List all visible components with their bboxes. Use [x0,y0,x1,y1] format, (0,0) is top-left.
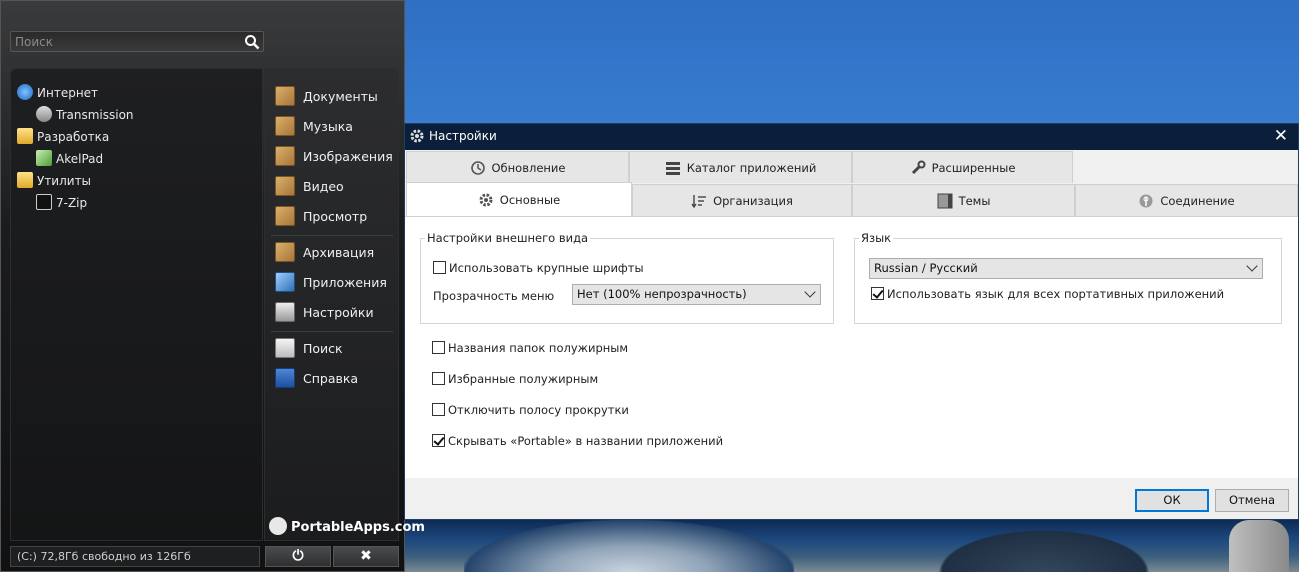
general-settings-panel: Настройки внешнего вида Использовать кру… [405,216,1298,478]
appearance-group-title: Настройки внешнего вида [425,231,591,245]
search-icon [275,338,295,358]
checkbox-box [432,341,445,354]
gear-icon [410,129,424,143]
hide-portable-checkbox[interactable]: Скрывать «Portable» в названии приложени… [432,434,723,450]
dialog-footer: ОК Отмена [405,478,1298,519]
themes-icon [937,193,953,208]
tree-category-internet[interactable]: Интернет [17,84,98,102]
checkbox-box [432,434,445,447]
portableapps-menu: Поиск Интернет Transmission Разработка A… [0,0,425,572]
cancel-button[interactable]: Отмена [1215,489,1289,512]
video-icon [275,176,295,196]
tree-category-development[interactable]: Разработка [17,128,109,146]
appearance-group: Настройки внешнего вида Использовать кру… [420,231,834,324]
transmission-icon [36,106,52,122]
globe-icon [17,84,33,100]
tree-app-akelpad[interactable]: AkelPad [36,150,103,168]
opacity-select[interactable]: Нет (100% непрозрачность) [572,284,821,305]
checkbox-box [433,261,446,274]
close-menu-button[interactable]: ✖ [333,546,399,567]
checkbox-box [432,372,445,385]
catalog-icon [665,161,680,175]
akelpad-icon [36,150,52,166]
tree-app-transmission[interactable]: Transmission [36,106,134,124]
nav-settings[interactable]: Настройки [275,300,374,326]
language-select[interactable]: Russian / Русский [869,258,1263,279]
desktop-wallpaper [404,520,1299,572]
apps-icon [275,272,295,292]
nav-search[interactable]: Поиск [275,336,343,362]
tree-app-7zip[interactable]: 7-Zip [36,194,87,212]
gear-icon [479,193,493,206]
nav-pictures[interactable]: Изображения [275,144,393,170]
tab-bar: Обновление Каталог приложений Расширенны… [405,150,1298,216]
nav-help[interactable]: Справка [275,366,358,392]
opacity-label: Прозрачность меню [433,289,555,303]
nav-divider [271,235,393,236]
music-icon [275,116,295,136]
checkbox-box [432,403,445,416]
bold-favorites-checkbox[interactable]: Избранные полужирным [432,372,598,388]
tab-organization[interactable]: Организация [632,184,852,216]
language-group: Язык Russian / Русский Использовать язык… [854,231,1282,324]
portableapps-logo-icon [269,517,287,535]
bold-folders-checkbox[interactable]: Названия папок полужирным [432,341,628,357]
nav-backup[interactable]: Архивация [275,240,374,266]
search-icon[interactable] [244,34,260,50]
tab-update[interactable]: Обновление [406,151,629,183]
nav-music[interactable]: Музыка [275,114,353,140]
language-group-title: Язык [859,231,894,245]
search-placeholder: Поиск [15,35,54,49]
quick-nav: Документы Музыка Изображения Видео Просм… [264,68,399,541]
nav-documents[interactable]: Документы [275,84,378,110]
explore-icon [275,206,295,226]
tab-general[interactable]: Основные [406,182,632,216]
update-icon [470,160,485,175]
tree-category-utilities[interactable]: Утилиты [17,172,91,190]
dialog-title: Настройки [429,129,497,143]
nav-divider [271,331,393,332]
portableapps-logo[interactable]: PortableApps.com [269,517,425,535]
tab-connection[interactable]: Соединение [1075,184,1298,216]
drive-status: (C:) 72,8Гб свободно из 126Гб [10,546,260,567]
settings-dialog: Настройки ✕ Обновление Каталог приложени… [404,123,1299,520]
title-bar: Настройки ✕ [405,124,1298,150]
search-input[interactable]: Поиск [10,31,264,52]
ok-button[interactable]: ОК [1135,489,1209,512]
power-button[interactable]: ⏻ [265,546,331,567]
large-fonts-checkbox[interactable]: Использовать крупные шрифты [433,261,644,277]
chevron-down-icon [1246,260,1258,272]
wrench-icon [911,160,926,174]
connection-icon [1139,194,1153,207]
use-language-all-checkbox[interactable]: Использовать язык для всех портативных п… [871,287,1224,303]
tab-advanced[interactable]: Расширенные [852,151,1073,183]
sort-icon [691,194,707,208]
close-button[interactable]: ✕ [1274,126,1288,146]
documents-icon [275,86,295,106]
settings-icon [275,302,295,322]
nav-apps[interactable]: Приложения [275,270,387,296]
backup-icon [275,242,295,262]
checkbox-box [871,287,884,300]
help-icon [275,368,295,388]
pictures-icon [275,146,295,166]
app-tree: Интернет Transmission Разработка AkelPad… [10,68,263,541]
disable-scrollbar-checkbox[interactable]: Отключить полосу прокрутки [432,403,629,419]
chevron-down-icon [804,286,816,298]
nav-explore[interactable]: Просмотр [275,204,367,230]
tab-themes[interactable]: Темы [852,184,1075,216]
folder-icon [17,172,33,188]
folder-icon [17,128,33,144]
tab-app-catalog[interactable]: Каталог приложений [629,151,852,183]
7zip-icon [36,194,52,210]
nav-video[interactable]: Видео [275,174,344,200]
